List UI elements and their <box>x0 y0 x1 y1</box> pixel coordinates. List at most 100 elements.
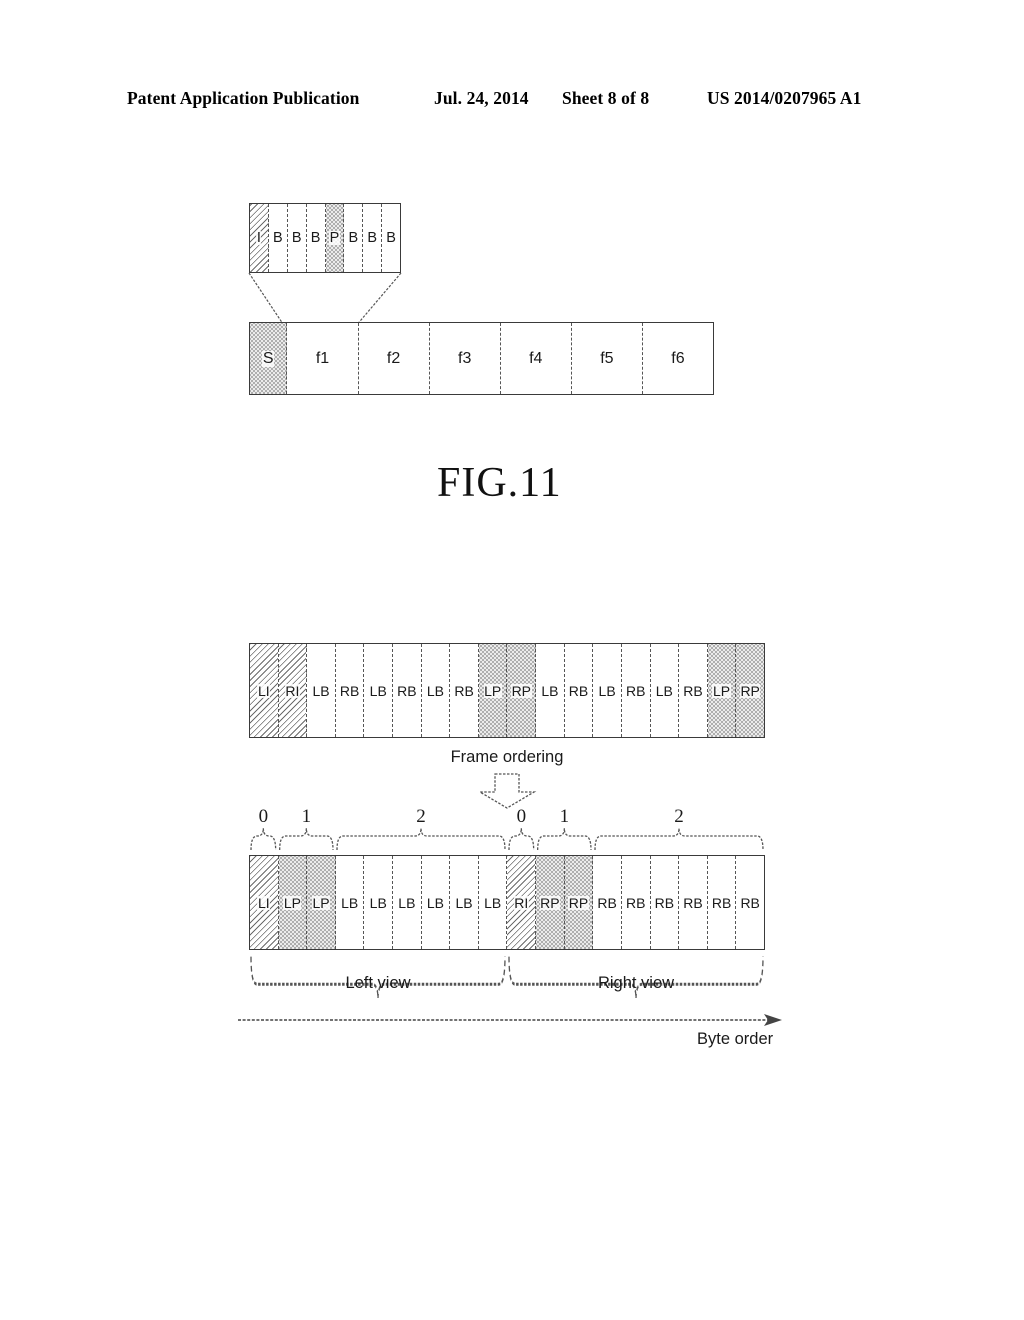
fig12-ordered-cell-14: RB <box>650 856 680 949</box>
header-sheet: Sheet 8 of 8 <box>562 87 650 108</box>
byte-order-arrow-icon <box>238 1014 782 1026</box>
fig12-interleaved-cell-label: LB <box>655 682 674 699</box>
fig12-ordered-cell-13: RB <box>621 856 651 949</box>
fig12-ordered-cell-7: LB <box>450 856 479 949</box>
fig12-interleaved-cell-8: LP <box>478 644 508 737</box>
fig12-ordered-cell-15: RB <box>679 856 708 949</box>
fig12-interleaved-cell-11: RB <box>564 644 594 737</box>
fig12-ordered-cell-label: RB <box>654 894 675 911</box>
fig12-ordered-cell-label: LB <box>483 894 502 911</box>
fig12-interleaved-cell-5: RB <box>393 644 422 737</box>
fig12-top-brace-4 <box>537 828 592 851</box>
header-patent-number: US 2014/0207965 A1 <box>707 87 862 108</box>
fig12-ordered-cell-17: RB <box>736 856 764 949</box>
fig11-stream-cell-2: f2 <box>358 323 430 394</box>
fig12-bottom-brace-group <box>250 956 764 998</box>
fig12-ordered-cell-8: LB <box>478 856 508 949</box>
fig11-stream-cell-label: f6 <box>670 349 686 367</box>
fig11-stream-cell-4: f4 <box>500 323 572 394</box>
fig12-top-brace-2 <box>336 828 506 851</box>
fig12-interleaved-cell-16: LP <box>707 644 737 737</box>
fig12-interleaved-cell-12: LB <box>593 644 622 737</box>
header-date: Jul. 24, 2014 <box>434 87 529 108</box>
fig11-stream-cell-label: f3 <box>457 349 472 367</box>
fig12-ordered-cell-label: LB <box>340 894 359 911</box>
fig12-ordered-cell-label: RB <box>682 894 704 911</box>
fig12-ordered-cell-1: LP <box>278 856 308 949</box>
frame-ordering-label: Frame ordering <box>450 748 564 766</box>
fig11-gop-cell-0: I <box>250 204 269 272</box>
fig11-stream-cell-6: f6 <box>642 323 714 394</box>
fig12-top-brace-0 <box>250 828 277 851</box>
fig11-gop-cell-4: P <box>325 204 345 272</box>
fig12-ordered-cell-label: RB <box>739 894 761 911</box>
fig12-ordered-cell-label: RP <box>568 894 589 911</box>
fig11-gop-cell-label: B <box>310 229 321 246</box>
fig12-ordered-cell-6: LB <box>421 856 451 949</box>
fig12-ordered-cell-4: LB <box>364 856 394 949</box>
fig12-ordered-cell-label: RB <box>625 894 646 911</box>
fig12-interleaved-cell-3: RB <box>335 644 365 737</box>
fig11-gop-cell-6: B <box>363 204 383 272</box>
fig12-ordered-strip: LI LP LP LB LB LB LB LB LB RI RP RP RB RB RB RB RB RB <box>249 855 765 950</box>
fig12-top-brace-number-2: 2 <box>416 806 426 827</box>
fig11-gop-cell-label: B <box>291 229 303 246</box>
fig12-top-brace-number-5: 2 <box>674 806 684 827</box>
fig11-stream-cell-label: f4 <box>528 349 543 367</box>
fig12-interleaved-cell-label: LB <box>598 682 617 699</box>
fig12-ordered-cell-0: LI <box>250 856 279 949</box>
header-publication: Patent Application Publication <box>127 87 360 108</box>
fig12-interleaved-cell-label: RB <box>682 682 704 699</box>
fig11-gop-cell-label: I <box>256 229 262 246</box>
fig11-caption: FIG.11 <box>437 460 562 506</box>
fig12-top-brace-number-1: 1 <box>301 806 312 827</box>
fig11-stream-cell-5: f5 <box>571 323 643 394</box>
fig12-ordered-cell-5: LB <box>393 856 422 949</box>
fig11-stream-cell-1: f1 <box>287 323 359 394</box>
fig12-ordered-cell-label: RB <box>596 894 618 911</box>
fig12-interleaved-cell-label: RB <box>625 682 646 699</box>
fig12-interleaved-cell-9: RP <box>507 644 537 737</box>
fig11-stream-strip: Sf1 f2 f3 f4 f5 f6 <box>249 322 714 395</box>
fig12-ordered-cell-label: LI <box>257 894 271 911</box>
fig11-gop-cell-label: B <box>347 229 359 246</box>
fig12-ordered-cell-16: RB <box>707 856 737 949</box>
fig12-interleaved-cell-label: RB <box>339 682 360 699</box>
fig12-interleaved-strip: LI RI LB RB LB RB LB RB LP RP LB RB LB RB LB RB LP RP <box>249 643 765 738</box>
fig12-ordered-cell-9: RI <box>507 856 537 949</box>
fig12-top-brace-group <box>250 828 764 851</box>
fig12-interleaved-cell-label: LP <box>483 682 502 699</box>
fig12-interleaved-cell-label: LB <box>426 682 445 699</box>
fig12-bottom-brace-label-1: Right view <box>597 974 675 992</box>
fig12-interleaved-cell-label: RP <box>739 682 761 699</box>
fig12-top-brace-number-4: 1 <box>559 806 570 827</box>
fig12-interleaved-cell-13: RB <box>621 644 651 737</box>
fig11-stream-cell-3: f3 <box>429 323 501 394</box>
fig12-interleaved-cell-15: RB <box>679 644 708 737</box>
fig11-stream-cell-label: f1 <box>315 349 330 367</box>
page-header: Patent Application Publication Jul. 24, … <box>0 84 1024 112</box>
fig12-ordered-cell-label: LP <box>311 894 331 911</box>
fig11-gop-cell-label: P <box>329 229 340 246</box>
fig11-gop-cell-2: B <box>287 204 307 272</box>
fig11-gop-strip: IBBBPBBB <box>249 203 401 273</box>
fig12-interleaved-cell-6: LB <box>421 644 451 737</box>
fig12-ordered-cell-label: LB <box>397 894 416 911</box>
fig12-interleaved-cell-0: LI <box>250 644 279 737</box>
fig12-top-brace-number-3: 0 <box>516 806 527 827</box>
fig12-ordered-cell-label: LB <box>369 894 388 911</box>
fig12-ordered-cell-label: RB <box>711 894 732 911</box>
fig12-top-brace-5 <box>594 828 764 851</box>
fig11-gop-cell-1: B <box>268 204 288 272</box>
byte-order-label: Byte order <box>697 1030 774 1048</box>
fig12-top-brace-number-0: 0 <box>258 806 269 827</box>
fig12-interleaved-cell-4: LB <box>364 644 394 737</box>
fig12-interleaved-cell-10: LB <box>536 644 565 737</box>
fig11-gop-cell-3: B <box>306 204 326 272</box>
fig12-ordered-cell-label: RP <box>539 894 561 911</box>
fig12-ordered-cell-12: RB <box>593 856 622 949</box>
fig12-interleaved-cell-label: RP <box>511 682 532 699</box>
fig12-interleaved-cell-17: RP <box>736 644 764 737</box>
fig12-interleaved-cell-1: RI <box>278 644 308 737</box>
fig12-interleaved-cell-14: LB <box>650 644 680 737</box>
